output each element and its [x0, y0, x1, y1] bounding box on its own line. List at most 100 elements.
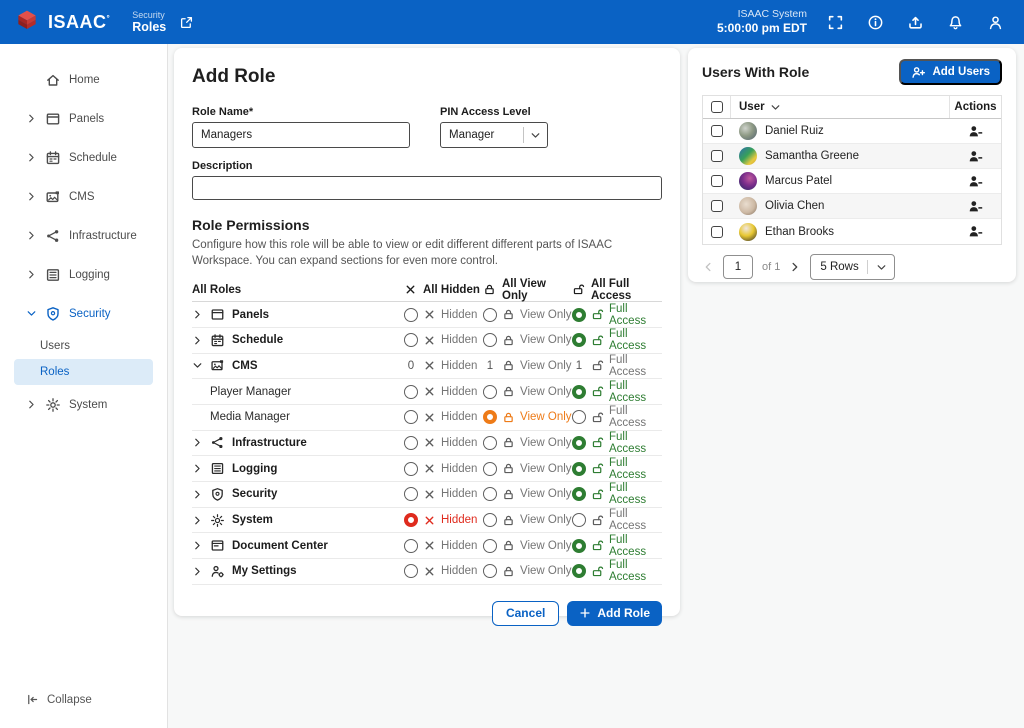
radio-full[interactable] — [572, 333, 586, 347]
row-checkbox[interactable] — [711, 226, 723, 238]
radio-view[interactable] — [483, 539, 497, 553]
row-checkbox[interactable] — [711, 125, 723, 137]
permission-option-hidden[interactable]: Hidden — [404, 487, 483, 501]
notifications-bell-icon[interactable] — [947, 14, 964, 31]
publish-icon[interactable] — [907, 14, 924, 31]
permission-option-view[interactable]: View Only — [483, 308, 572, 322]
permission-option-full[interactable]: Full Access — [572, 534, 662, 558]
all-full-access-header[interactable]: All Full Access — [572, 278, 662, 302]
radio-view[interactable] — [483, 308, 497, 322]
permission-option-view[interactable]: View Only — [483, 462, 572, 476]
radio-view[interactable] — [483, 333, 497, 347]
remove-user-icon[interactable] — [968, 149, 983, 164]
radio-view[interactable] — [483, 462, 497, 476]
info-icon[interactable] — [867, 14, 884, 31]
user-column-header[interactable]: User — [731, 101, 949, 113]
previous-page-icon[interactable] — [702, 261, 714, 273]
radio-hidden[interactable] — [404, 308, 418, 322]
remove-user-icon[interactable] — [968, 124, 983, 139]
permission-option-view[interactable]: View Only — [483, 333, 572, 347]
pin-access-select[interactable]: Manager — [440, 122, 548, 148]
role-name-input[interactable] — [192, 122, 410, 148]
radio-hidden[interactable] — [404, 385, 418, 399]
add-users-button[interactable]: Add Users — [899, 59, 1002, 85]
radio-full[interactable] — [572, 436, 586, 450]
permission-option-full[interactable]: Full Access — [572, 482, 662, 506]
chevron-right-icon[interactable] — [192, 437, 203, 448]
remove-user-icon[interactable] — [968, 199, 983, 214]
radio-view[interactable] — [483, 436, 497, 450]
radio-hidden[interactable] — [404, 436, 418, 450]
chevron-right-icon[interactable] — [192, 309, 203, 320]
sidebar-item-logging[interactable]: Logging — [0, 255, 167, 294]
sidebar-item-schedule[interactable]: Schedule — [0, 138, 167, 177]
radio-hidden[interactable] — [404, 539, 418, 553]
sidebar-item-system[interactable]: System — [0, 385, 167, 424]
radio-hidden[interactable] — [404, 333, 418, 347]
radio-full[interactable] — [572, 385, 586, 399]
permission-option-full[interactable]: Full Access — [572, 508, 662, 532]
page-number-box[interactable]: 1 — [723, 255, 753, 279]
permission-option-view[interactable]: View Only — [483, 436, 572, 450]
permission-option-view[interactable]: View Only — [483, 487, 572, 501]
radio-full[interactable] — [572, 539, 586, 553]
remove-user-icon[interactable] — [968, 224, 983, 239]
sidebar-item-security[interactable]: Security — [0, 294, 167, 333]
sidebar-item-home[interactable]: Home — [0, 60, 167, 99]
sidebar-item-users[interactable]: Users — [0, 333, 167, 359]
sidebar-item-cms[interactable]: CMS — [0, 177, 167, 216]
chevron-right-icon[interactable] — [192, 566, 203, 577]
chevron-right-icon[interactable] — [192, 489, 203, 500]
radio-hidden[interactable] — [404, 462, 418, 476]
user-account-icon[interactable] — [987, 14, 1004, 31]
radio-view[interactable] — [483, 410, 497, 424]
permission-option-hidden[interactable]: Hidden — [404, 308, 483, 322]
fullscreen-icon[interactable] — [827, 14, 844, 31]
permission-option-full[interactable]: Full Access — [572, 559, 662, 583]
external-link-icon[interactable] — [179, 15, 194, 30]
permission-option-view[interactable]: View Only — [483, 410, 572, 424]
description-input[interactable] — [192, 176, 662, 200]
permission-option-view[interactable]: View Only — [483, 385, 572, 399]
cancel-button[interactable]: Cancel — [492, 601, 559, 626]
radio-hidden[interactable] — [404, 487, 418, 501]
row-checkbox[interactable] — [711, 200, 723, 212]
chevron-right-icon[interactable] — [192, 335, 203, 346]
row-checkbox[interactable] — [711, 175, 723, 187]
radio-hidden[interactable] — [404, 564, 418, 578]
chevron-right-icon[interactable] — [192, 540, 203, 551]
radio-view[interactable] — [483, 513, 497, 527]
select-all-checkbox[interactable] — [711, 101, 723, 113]
remove-user-icon[interactable] — [968, 174, 983, 189]
permission-option-hidden[interactable]: Hidden — [404, 462, 483, 476]
permission-option-hidden[interactable]: Hidden — [404, 513, 483, 527]
sort-chevron-icon[interactable] — [770, 102, 781, 113]
sidebar-item-roles[interactable]: Roles — [14, 359, 153, 385]
permission-option-hidden[interactable]: Hidden — [404, 410, 483, 424]
radio-full[interactable] — [572, 487, 586, 501]
permission-option-view[interactable]: View Only — [483, 513, 572, 527]
sidebar-item-infrastructure[interactable]: Infrastructure — [0, 216, 167, 255]
radio-full[interactable] — [572, 462, 586, 476]
permission-option-full[interactable]: Full Access — [572, 380, 662, 404]
radio-hidden[interactable] — [404, 410, 418, 424]
permission-option-full[interactable]: Full Access — [572, 328, 662, 352]
chevron-right-icon[interactable] — [192, 515, 203, 526]
permission-option-hidden[interactable]: Hidden — [404, 333, 483, 347]
radio-view[interactable] — [483, 385, 497, 399]
all-view-only-header[interactable]: All View Only — [483, 278, 572, 302]
permission-option-hidden[interactable]: Hidden — [404, 436, 483, 450]
rows-per-page-select[interactable]: 5 Rows — [810, 254, 894, 280]
radio-full[interactable] — [572, 410, 586, 424]
add-role-button[interactable]: Add Role — [567, 601, 662, 626]
next-page-icon[interactable] — [789, 261, 801, 273]
radio-full[interactable] — [572, 513, 586, 527]
permission-option-full[interactable]: Full Access — [572, 431, 662, 455]
sidebar-item-panels[interactable]: Panels — [0, 99, 167, 138]
permission-option-hidden[interactable]: Hidden — [404, 539, 483, 553]
permission-option-view[interactable]: View Only — [483, 539, 572, 553]
permission-option-view[interactable]: View Only — [483, 564, 572, 578]
chevron-down-icon[interactable] — [192, 360, 203, 371]
row-checkbox[interactable] — [711, 150, 723, 162]
radio-view[interactable] — [483, 564, 497, 578]
